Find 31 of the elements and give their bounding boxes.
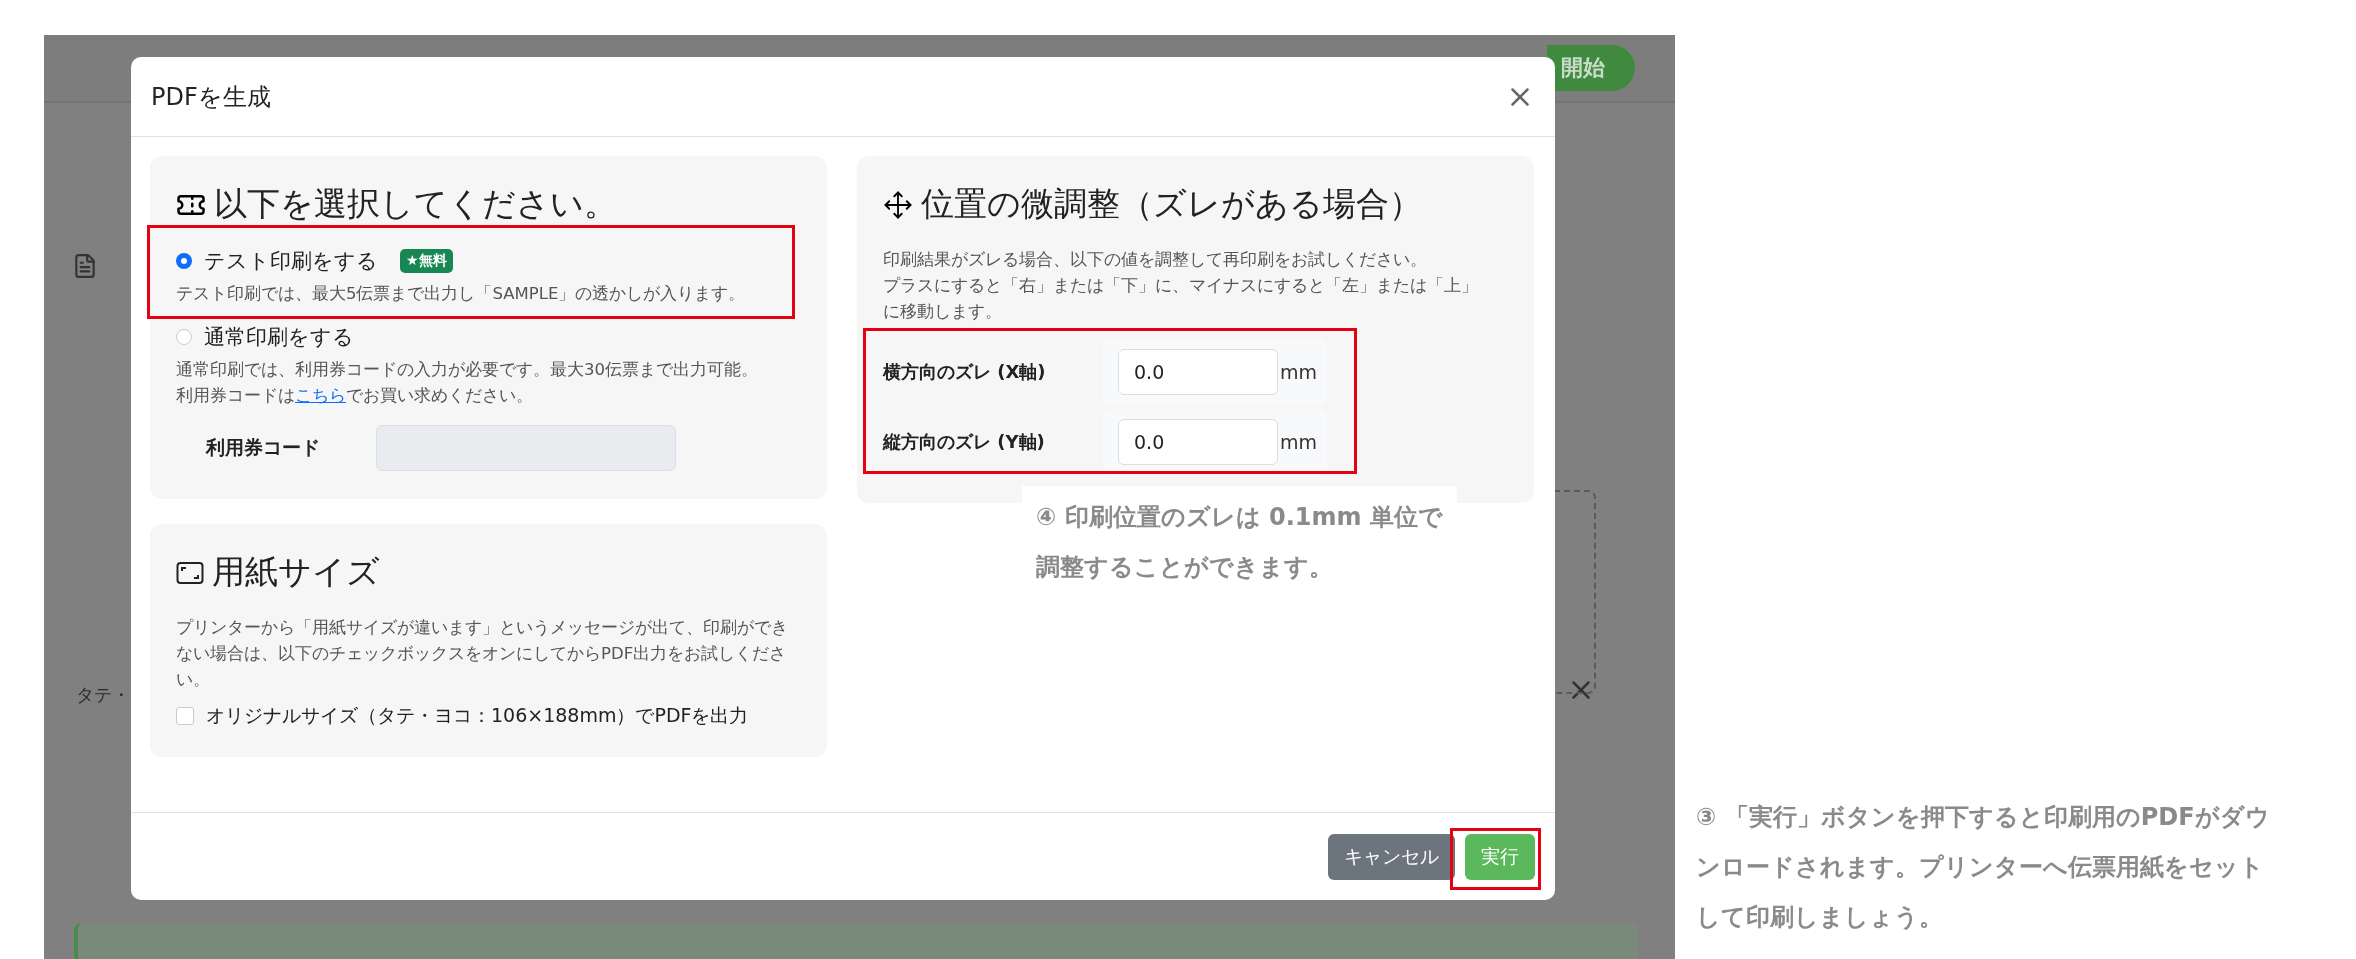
cancel-button[interactable]: キャンセル — [1328, 833, 1455, 880]
radio-button[interactable] — [176, 253, 192, 269]
side-label: タテ・ — [76, 683, 130, 707]
annotation-text: ③ 「実行」ボタンを押下すると印刷用のPDFがダウ ンロードされます。プリンターへ伝票用紙をセット して印刷しましょう。 — [1695, 802, 2271, 933]
unit-label: mm — [1280, 361, 1318, 383]
offset-field[interactable]: 0.0 — [1118, 419, 1278, 465]
option-description: 通常印刷では、利用券コードの入力が必要です。最大30伝票まで出力可能。 利用券コードはこちらでお買い求めください。 — [176, 359, 759, 407]
purchase-link[interactable]: こちら — [295, 386, 346, 405]
unit-label: mm — [1280, 431, 1318, 453]
dialog-title: PDFを生成 — [151, 81, 271, 113]
start-button[interactable]: 開始 — [1547, 45, 1635, 91]
frame-icon — [176, 560, 204, 585]
checkbox[interactable] — [176, 707, 194, 725]
panel-heading: 位置の微調整（ズレがある場合） — [921, 183, 1422, 225]
run-button[interactable]: 実行 — [1465, 833, 1535, 880]
field-label: 利用券コード — [206, 435, 321, 460]
move-icon — [883, 189, 913, 220]
radio-button[interactable] — [176, 329, 192, 345]
document-icon — [72, 253, 98, 279]
option-label: テスト印刷をする — [204, 248, 378, 275]
free-badge: ★無料 — [400, 249, 453, 273]
option-description: テスト印刷では、最大5伝票まで出力し「SAMPLE」の透かしが入ります。 — [176, 283, 747, 305]
panel-heading: 用紙サイズ — [212, 551, 380, 593]
offset-field[interactable]: 0.0 — [1118, 349, 1278, 395]
checkbox-label: オリジナルサイズ（タテ・ヨコ：106×188mm）でPDFを出力 — [206, 703, 749, 728]
panel-heading: 以下を選択してください。 — [214, 183, 617, 225]
panel-description: プリンターから「用紙サイズが違います」というメッセージが出て、印刷ができない場合は、以下のチェックボックスをオンにしてからPDF出力をお試しください。 — [176, 617, 789, 691]
panel-description: 印刷結果がズレる場合、以下の値を調整して再印刷をお試しください。 プラスにすると「右」または「下」に、マイナスにすると「左」または「上」 に移動します。 — [883, 249, 1479, 323]
option-label: 通常印刷をする — [204, 324, 354, 351]
field-label: 縦方向のズレ (Y軸) — [883, 430, 1046, 454]
field-label: 横方向のズレ (X軸) — [883, 360, 1047, 384]
